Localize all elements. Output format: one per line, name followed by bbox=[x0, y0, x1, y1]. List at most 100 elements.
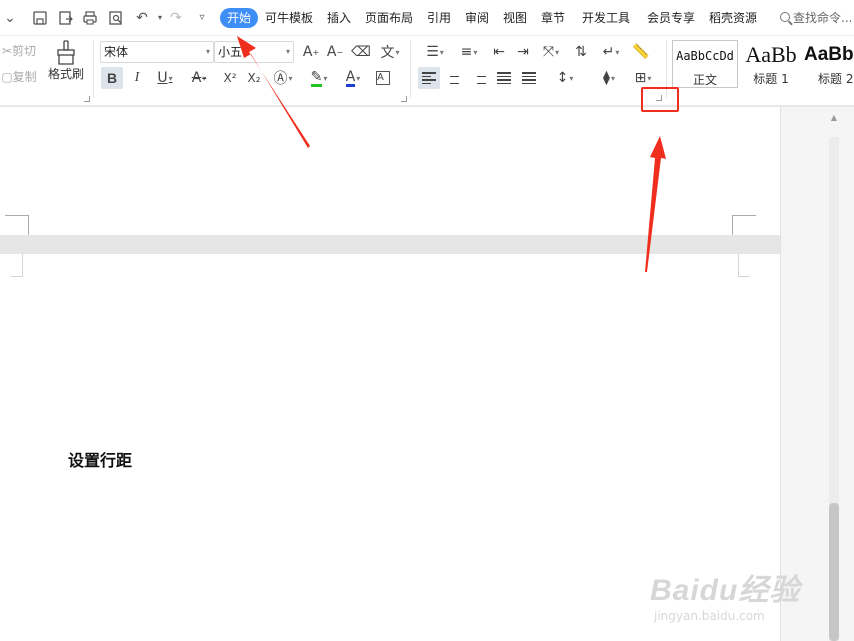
tab-start[interactable]: 开始 bbox=[220, 8, 259, 28]
font-color-icon[interactable]: A bbox=[338, 67, 368, 89]
font-size-value: 小五 bbox=[218, 45, 243, 59]
increase-indent-icon[interactable]: ⇥ bbox=[512, 41, 534, 63]
tab-developer[interactable]: 开发工具 bbox=[582, 8, 630, 28]
align-center-button[interactable] bbox=[443, 67, 465, 89]
tab-references[interactable]: 引用 bbox=[427, 8, 451, 28]
watermark-url: jingyan.baidu.com bbox=[654, 609, 765, 623]
underline-button[interactable]: U bbox=[151, 67, 179, 89]
bullet-list-icon[interactable]: ☰ bbox=[420, 41, 450, 63]
align-left-button[interactable] bbox=[418, 67, 440, 89]
decrease-indent-icon[interactable]: ⇤ bbox=[488, 41, 510, 63]
line-spacing-icon[interactable]: ↕ bbox=[550, 67, 580, 89]
margin-corner-mark bbox=[5, 215, 29, 235]
save-icon[interactable] bbox=[30, 8, 50, 28]
shading-icon[interactable]: ⧫ bbox=[594, 67, 624, 89]
redo-icon[interactable]: ↷ bbox=[166, 8, 186, 28]
tab-member[interactable]: 会员专享 bbox=[647, 8, 695, 28]
align-left-icon bbox=[422, 72, 436, 84]
cut-button[interactable]: ✂剪切 bbox=[0, 41, 38, 61]
grow-font-icon[interactable]: A + bbox=[300, 41, 322, 63]
document-page[interactable] bbox=[0, 107, 780, 235]
distributed-align-icon bbox=[522, 72, 536, 84]
text-effect-icon[interactable]: Ⓐ bbox=[268, 67, 298, 89]
italic-button[interactable]: I bbox=[126, 67, 148, 89]
undo-icon[interactable]: ↶ bbox=[132, 8, 152, 28]
watermark-logo: Baidu经验 bbox=[650, 574, 801, 607]
chevron-down-icon: ▾ bbox=[285, 47, 290, 56]
customize-icon[interactable]: ▿ bbox=[192, 8, 212, 28]
phonetic-guide-icon[interactable]: 文 bbox=[376, 41, 404, 63]
tab-chapter[interactable]: 章节 bbox=[541, 8, 565, 28]
scissors-icon: ✂ bbox=[1, 44, 13, 58]
vertical-scrollbar-thumb[interactable] bbox=[829, 503, 839, 641]
tab-templates[interactable]: 可牛模板 bbox=[265, 8, 313, 28]
search-label: 查找命令... bbox=[793, 11, 853, 25]
subscript-button[interactable]: X₂ bbox=[243, 67, 265, 89]
margin-corner-mark bbox=[738, 254, 750, 277]
clipboard-launcher-icon[interactable] bbox=[84, 96, 90, 102]
ruler-icon[interactable]: 📏 bbox=[630, 41, 652, 63]
cut-label: 剪切 bbox=[12, 44, 37, 58]
format-painter-button[interactable]: 格式刷 bbox=[46, 40, 86, 90]
tab-review[interactable]: 审阅 bbox=[465, 8, 489, 28]
show-marks-icon[interactable]: ↵ bbox=[596, 41, 626, 63]
style-heading-2[interactable]: AaBb 标题 2 bbox=[804, 40, 854, 88]
justify-icon bbox=[497, 72, 511, 84]
document-area[interactable]: 设置行距 bbox=[0, 107, 780, 641]
right-pane: ▲ bbox=[780, 107, 854, 641]
tab-insert[interactable]: 插入 bbox=[327, 8, 351, 28]
print-preview-icon[interactable] bbox=[106, 8, 126, 28]
strikethrough-icon[interactable]: A bbox=[185, 67, 213, 89]
tab-view[interactable]: 视图 bbox=[503, 8, 527, 28]
copy-label: 复制 bbox=[12, 70, 37, 84]
style-name: 标题 2 bbox=[818, 72, 854, 86]
distributed-align-button[interactable] bbox=[518, 67, 540, 89]
align-right-button[interactable] bbox=[468, 67, 490, 89]
align-right-icon bbox=[472, 72, 486, 84]
baidu-jingyan-watermark: Baidu经验 jingyan.baidu.com bbox=[650, 565, 810, 625]
ribbon-separator bbox=[410, 40, 411, 98]
document-body-text[interactable]: 设置行距 bbox=[68, 447, 132, 471]
superscript-button[interactable]: X² bbox=[219, 67, 241, 89]
menu-bar: ⌄ ↶ ▾ ↷ ▿ 开始 可牛模板 插入 页面布局 引用 审阅 视图 章节 开发… bbox=[0, 0, 854, 36]
font-name-select[interactable]: 宋体 ▾ bbox=[100, 41, 214, 63]
chinese-layout-icon[interactable]: ⤧ bbox=[536, 41, 566, 63]
sort-icon[interactable]: ⇅ bbox=[570, 41, 592, 63]
style-name: 正文 bbox=[692, 73, 717, 87]
justify-button[interactable] bbox=[493, 67, 515, 89]
font-name-value: 宋体 bbox=[104, 45, 129, 59]
style-normal[interactable]: AaBbCcDd 正文 bbox=[672, 40, 738, 88]
chevron-down-icon[interactable]: ⌄ bbox=[0, 8, 20, 28]
bold-button[interactable]: B bbox=[101, 67, 123, 89]
style-name: 标题 1 bbox=[753, 72, 789, 86]
char-border-icon[interactable]: A bbox=[372, 67, 394, 89]
style-preview: AaBbCcDd bbox=[676, 49, 734, 63]
command-search[interactable]: 查找命令... bbox=[780, 8, 852, 28]
style-preview: AaBb bbox=[804, 44, 854, 65]
print-icon[interactable] bbox=[80, 8, 100, 28]
pdf-export-icon[interactable] bbox=[56, 8, 76, 28]
borders-icon[interactable]: ⊞ bbox=[628, 67, 658, 89]
tab-page-layout[interactable]: 页面布局 bbox=[365, 8, 413, 28]
copy-button[interactable]: ▢复制 bbox=[0, 67, 38, 87]
annotation-highlight-box bbox=[641, 87, 679, 112]
numbered-list-icon[interactable]: ≡ bbox=[454, 41, 484, 63]
scroll-up-icon[interactable]: ▲ bbox=[829, 113, 839, 125]
ribbon-separator bbox=[93, 40, 94, 98]
ribbon-toolbar: ✂剪切 ▢复制 格式刷 宋体 ▾ 小五 ▾ A+ A− ⌫ 文 B I U A … bbox=[0, 36, 854, 106]
format-painter-label: 格式刷 bbox=[47, 67, 84, 81]
format-painter-icon bbox=[57, 40, 75, 65]
highlight-icon[interactable]: ✎ bbox=[304, 67, 334, 89]
tab-docer-resources[interactable]: 稻壳资源 bbox=[709, 8, 757, 28]
clear-format-icon[interactable]: ⌫ bbox=[350, 41, 372, 63]
font-size-select[interactable]: 小五 ▾ bbox=[214, 41, 294, 63]
style-heading-1[interactable]: AaBb 标题 1 bbox=[740, 40, 802, 88]
style-preview: AaBb bbox=[745, 42, 797, 67]
search-icon bbox=[780, 12, 790, 22]
copy-icon: ▢ bbox=[1, 70, 13, 84]
font-launcher-icon[interactable] bbox=[401, 96, 407, 102]
align-center-icon bbox=[447, 72, 461, 84]
shrink-font-icon[interactable]: A − bbox=[324, 41, 346, 63]
chevron-down-icon: ▾ bbox=[205, 47, 210, 56]
margin-corner-mark bbox=[11, 254, 23, 277]
